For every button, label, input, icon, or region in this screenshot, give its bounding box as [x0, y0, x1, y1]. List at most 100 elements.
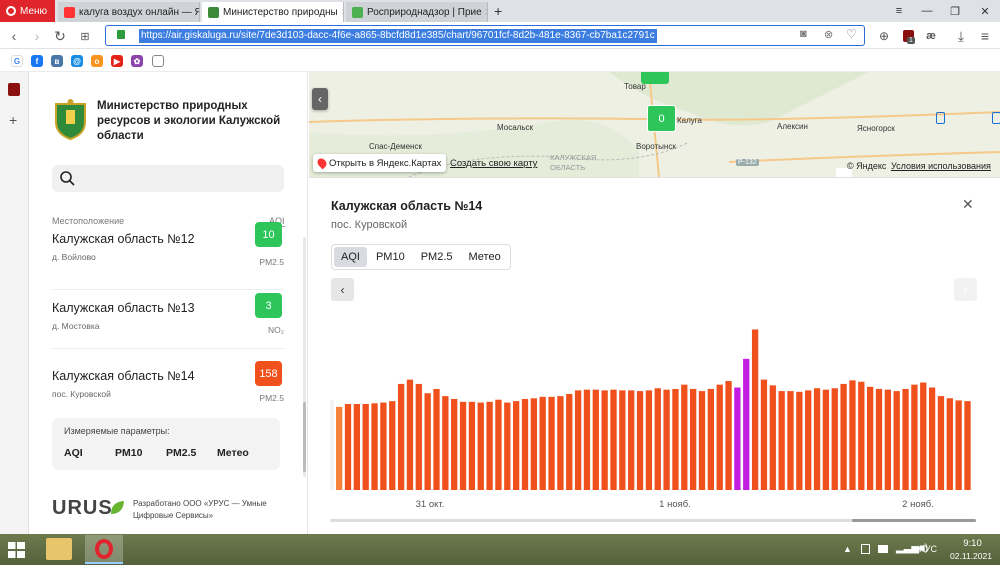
google-icon[interactable]: G: [11, 55, 23, 67]
station-item[interactable]: Калужская область №13 д. Мостовка 3 NO₂: [52, 281, 284, 349]
aqi-bar[interactable]: [636, 391, 644, 490]
aqi-bar[interactable]: [698, 391, 706, 490]
folder-icon[interactable]: [152, 55, 164, 67]
aqi-bar[interactable]: [362, 404, 369, 490]
aqi-bar[interactable]: [875, 388, 883, 490]
aqi-bar[interactable]: [574, 390, 582, 490]
aqi-bar[interactable]: [539, 396, 546, 490]
speed-dial-icon[interactable]: ⊞: [75, 26, 95, 46]
aqi-bar[interactable]: [433, 388, 440, 490]
aqi-bar[interactable]: [796, 391, 803, 490]
map-terms-link[interactable]: Условия использования: [891, 161, 991, 171]
tray-phone-icon[interactable]: [861, 544, 870, 554]
aqi-bar[interactable]: [707, 388, 714, 490]
map[interactable]: Товар 0 Калуга Воротынск Мосальск Спас-Д…: [309, 72, 1000, 177]
aqi-bar[interactable]: [884, 389, 891, 490]
tray-battery-icon[interactable]: [878, 545, 888, 553]
close-tab-icon[interactable]: ×: [486, 7, 487, 18]
aqi-bar[interactable]: [769, 385, 776, 490]
new-tab-button[interactable]: +: [494, 3, 502, 19]
aqi-bar[interactable]: [477, 402, 484, 490]
aqi-bar[interactable]: [831, 388, 838, 490]
aqi-bar[interactable]: [672, 388, 679, 490]
close-window-button[interactable]: ✕: [970, 0, 1000, 22]
aqi-bar[interactable]: [760, 379, 768, 490]
tab-pm25[interactable]: PM2.5: [414, 247, 460, 267]
aqi-bar[interactable]: [645, 390, 653, 490]
language-indicator[interactable]: РУС: [919, 544, 937, 554]
list-scrollbar-thumb[interactable]: [303, 402, 306, 472]
aqi-bar[interactable]: [654, 388, 661, 490]
aqi-bar[interactable]: [583, 389, 591, 490]
aqi-bar[interactable]: [964, 401, 971, 490]
aqi-bar[interactable]: [521, 398, 529, 490]
file-explorer-icon[interactable]: [46, 538, 72, 560]
close-tab-icon[interactable]: ×: [342, 7, 343, 18]
aqi-bar[interactable]: [946, 398, 953, 490]
chart-scroll-thumb[interactable]: [852, 519, 976, 522]
aqi-bar[interactable]: [955, 400, 962, 490]
aqi-bar[interactable]: [734, 387, 741, 490]
station-item[interactable]: Калужская область №12 д. Войлово 10 PM2.…: [52, 222, 284, 290]
aqi-bar[interactable]: [592, 389, 599, 490]
aqi-bar[interactable]: [920, 382, 927, 491]
aqi-bar[interactable]: [911, 384, 918, 490]
aqi-bar[interactable]: [451, 398, 458, 490]
aqi-bar[interactable]: [389, 401, 396, 490]
aqi-bar[interactable]: [619, 390, 626, 490]
tab-pm10[interactable]: PM10: [369, 247, 412, 267]
odnoklassniki-icon[interactable]: o: [91, 55, 103, 67]
clock-date[interactable]: 02.11.2021: [946, 551, 996, 561]
aqi-bar[interactable]: [380, 402, 387, 490]
aqi-bar[interactable]: [628, 390, 635, 490]
aqi-bar[interactable]: [743, 358, 750, 490]
aqi-bar[interactable]: [867, 386, 874, 490]
forward-button[interactable]: ›: [27, 26, 47, 46]
aqi-bar[interactable]: [344, 404, 352, 490]
minimize-button[interactable]: —: [912, 0, 942, 22]
aqi-bar[interactable]: [813, 388, 821, 490]
aqi-bar[interactable]: [751, 329, 759, 490]
aqi-bar[interactable]: [566, 393, 573, 490]
chart-next-button[interactable]: ›: [954, 278, 977, 301]
opera-menu-button[interactable]: Меню: [0, 0, 55, 22]
clear-icon[interactable]: ⊗: [824, 28, 833, 41]
search-input[interactable]: [52, 165, 284, 192]
aqi-bar[interactable]: [716, 384, 723, 490]
mail-icon[interactable]: @: [71, 55, 83, 67]
create-map-link[interactable]: Создать свою карту: [450, 158, 537, 169]
aqi-bar[interactable]: [858, 381, 865, 490]
aqi-bar[interactable]: [937, 396, 945, 490]
aqi-bar[interactable]: [336, 406, 343, 490]
tab-aqi[interactable]: AQI: [334, 247, 367, 267]
aqi-bar[interactable]: [840, 383, 847, 490]
tab-rosprirodnadzor[interactable]: Росприроднадзор | Прие ×: [346, 2, 488, 22]
aqi-bar[interactable]: [442, 396, 449, 490]
tab-ministry[interactable]: Министерство природны ×: [202, 2, 344, 22]
aqi-bar[interactable]: [822, 389, 830, 490]
flower-app-icon[interactable]: ✿: [131, 55, 143, 67]
aqi-bar[interactable]: [557, 396, 564, 490]
aqi-bar[interactable]: [548, 396, 555, 490]
opera-taskbar-button[interactable]: [85, 535, 123, 564]
aqi-bar[interactable]: [397, 383, 405, 490]
chart-prev-button[interactable]: ‹: [331, 278, 354, 301]
aqi-bar[interactable]: [424, 393, 431, 490]
tray-chevron-icon[interactable]: ▲: [843, 544, 852, 554]
aqi-bar[interactable]: [353, 404, 360, 490]
aqi-bar[interactable]: [725, 381, 732, 490]
aqi-bar[interactable]: [406, 379, 414, 490]
aqi-bar[interactable]: [849, 380, 856, 490]
aqi-bar[interactable]: [681, 384, 688, 490]
clock-time[interactable]: 9:10: [955, 538, 990, 549]
tray-signal-icon[interactable]: ▂▃▅: [896, 543, 919, 554]
aqi-bar[interactable]: [459, 401, 467, 490]
close-chart-icon[interactable]: ✕: [962, 196, 974, 213]
station-item-selected[interactable]: Калужская область №14 пос. Куровской 158…: [52, 349, 284, 417]
heart-icon[interactable]: ♡: [846, 27, 857, 41]
add-sidebar-icon[interactable]: +: [9, 112, 17, 128]
url-text[interactable]: https://air.giskaluga.ru/site/7de3d103-d…: [139, 29, 657, 43]
aqi-bar[interactable]: [663, 389, 670, 490]
tab-menu-icon[interactable]: ≡: [884, 0, 914, 22]
aqi-bar[interactable]: [778, 391, 785, 490]
